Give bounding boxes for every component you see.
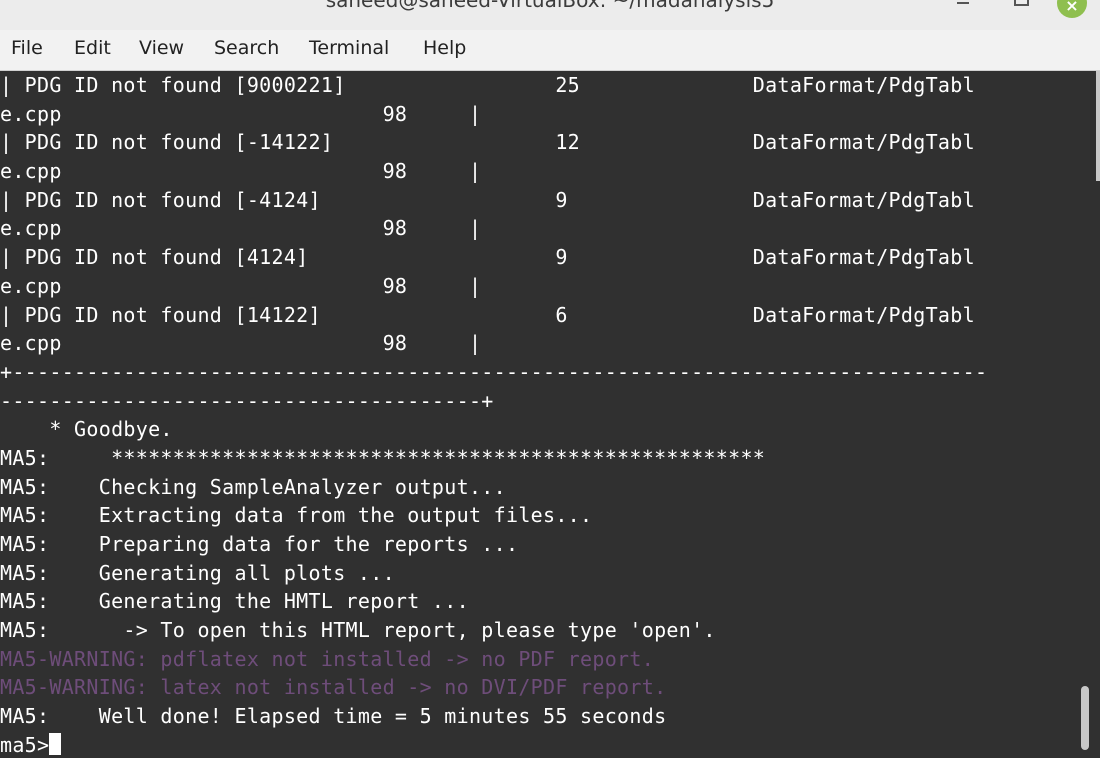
terminal-line: MA5: Checking SampleAnalyzer output... (0, 474, 506, 499)
close-button[interactable]: × (1057, 0, 1087, 18)
terminal-output[interactable]: | PDG ID not found [9000221] 25 DataForm… (0, 71, 1100, 758)
terminal-line: | PDG ID not found [-4124] 9 DataFormat/… (0, 187, 975, 212)
menu-help[interactable]: Help (423, 30, 466, 66)
terminal-line: MA5: -> To open this HTML report, please… (0, 618, 716, 643)
terminal-lines: | PDG ID not found [9000221] 25 DataForm… (0, 71, 1100, 731)
terminal-line: | PDG ID not found [14122] 6 DataFormat/… (0, 302, 975, 327)
text-cursor (49, 733, 62, 756)
menu-terminal[interactable]: Terminal (309, 30, 389, 66)
menu-file[interactable]: File (11, 30, 43, 66)
prompt-line[interactable]: ma5> (0, 731, 1100, 758)
scrollbar-edge (1096, 71, 1100, 181)
terminal-line: MA5: Extracting data from the output fil… (0, 503, 593, 528)
terminal-line: MA5: Well done! Elapsed time = 5 minutes… (0, 704, 667, 729)
minimize-icon (957, 2, 969, 4)
menu-edit[interactable]: Edit (74, 30, 111, 66)
terminal-line: e.cpp 98 | (0, 101, 482, 126)
menu-bar: File Edit View Search Terminal Help (0, 30, 1100, 71)
terminal-line: +---------------------------------------… (0, 359, 988, 384)
title-bar[interactable]: saheed@saheed-VirtualBox: ~/madanalysis5… (0, 0, 1100, 30)
maximize-button[interactable] (1010, 0, 1032, 16)
terminal-line: e.cpp 98 | (0, 331, 482, 356)
terminal-line: MA5: Preparing data for the reports ... (0, 532, 519, 556)
terminal-line: e.cpp 98 | (0, 216, 482, 241)
scrollbar-thumb[interactable] (1081, 686, 1089, 750)
terminal-line: MA5: ***********************************… (0, 445, 766, 470)
terminal-line: * Goodbye. (0, 417, 173, 442)
maximize-icon (1014, 0, 1029, 6)
terminal-line: e.cpp 98 | (0, 159, 482, 184)
minimize-button[interactable] (952, 0, 974, 16)
terminal-line: ---------------------------------------+ (0, 388, 494, 413)
window-title: saheed@saheed-VirtualBox: ~/madanalysis5 (325, 0, 775, 12)
terminal-line: | PDG ID not found [9000221] 25 DataForm… (0, 73, 975, 97)
terminal-line: | PDG ID not found [-14122] 12 DataForma… (0, 130, 975, 155)
terminal-warning-line: MA5-WARNING: latex not installed -> no D… (0, 675, 667, 700)
menu-search[interactable]: Search (214, 30, 279, 66)
close-icon: × (1065, 0, 1079, 15)
terminal-line: | PDG ID not found [4124] 9 DataFormat/P… (0, 245, 975, 270)
terminal-warning-line: MA5-WARNING: pdflatex not installed -> n… (0, 646, 655, 671)
terminal-line: MA5: Generating the HMTL report ... (0, 589, 469, 614)
terminal-line: e.cpp 98 | (0, 273, 482, 298)
prompt: ma5> (0, 732, 50, 757)
menu-view[interactable]: View (139, 30, 184, 66)
terminal-line: MA5: Generating all plots ... (0, 560, 395, 585)
